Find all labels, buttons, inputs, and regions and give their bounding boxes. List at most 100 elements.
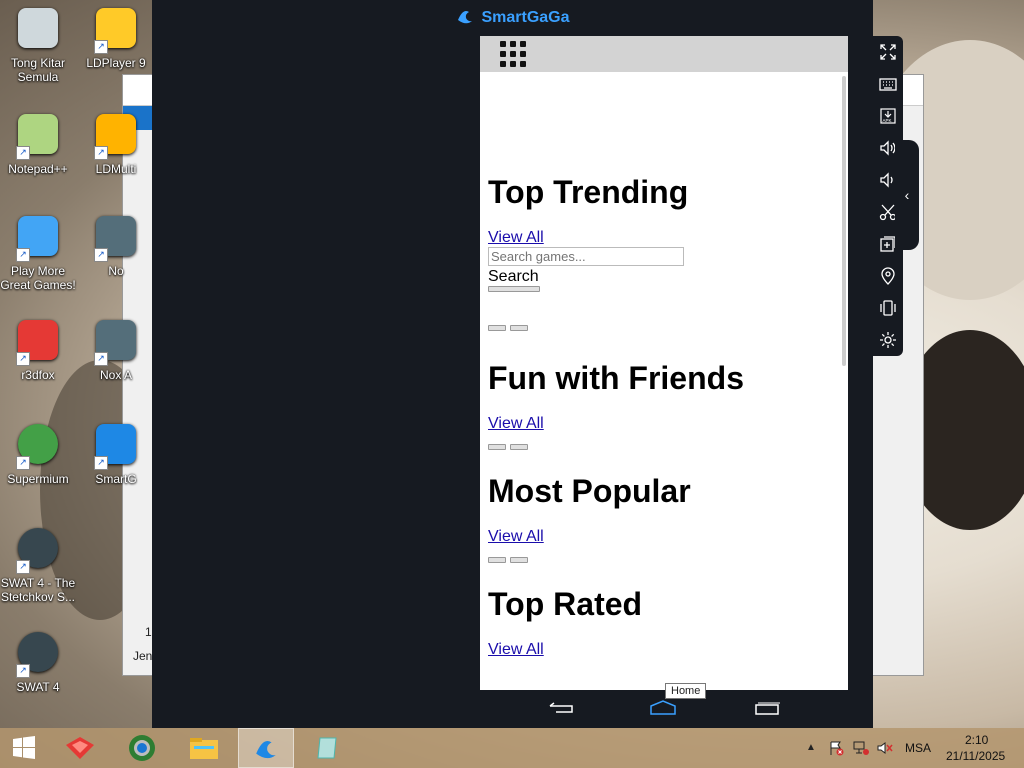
emulator-titlebar[interactable]: SmartGaGa xyxy=(152,0,873,36)
action-center-flag-icon[interactable] xyxy=(828,740,844,756)
collapse-toolbar-button[interactable]: ‹ xyxy=(895,140,919,250)
clock-date[interactable]: 21/11/2025 xyxy=(946,749,1005,763)
smartgaga-icon xyxy=(256,741,276,759)
taskbar-file-explorer[interactable] xyxy=(176,728,232,768)
windows-logo-icon xyxy=(13,736,35,759)
taskbar: ▲ MSA 2:10 21/11/2025 xyxy=(0,728,1024,768)
desktop-icon[interactable]: ↗ Play More Great Games! xyxy=(0,214,76,292)
start-button[interactable] xyxy=(0,728,48,768)
carousel-controls xyxy=(488,550,840,568)
carousel-next-button[interactable] xyxy=(510,325,528,331)
section-title: Fun with Friends xyxy=(488,360,744,396)
nox-icon: ↗ xyxy=(94,320,138,366)
folder-icon xyxy=(190,738,218,759)
taskbar-supermium[interactable] xyxy=(114,728,170,768)
clock-time[interactable]: 2:10 xyxy=(965,733,988,747)
desktop-icon[interactable]: ↗ Nox A xyxy=(78,318,154,382)
desktop-icon[interactable]: ↗ SWAT 4 xyxy=(0,630,76,694)
taskbar-r3dfox[interactable] xyxy=(52,728,108,768)
shortcut-arrow-icon: ↗ xyxy=(16,664,30,678)
desktop-icon[interactable]: ↗ LDMulti xyxy=(78,112,154,176)
carousel-controls xyxy=(488,318,840,336)
desktop-icon[interactable]: ↗ SmartG xyxy=(78,422,154,486)
games-icon: ↗ xyxy=(16,216,60,262)
desktop-icon[interactable]: ↗ LDPlayer 9 xyxy=(78,6,154,70)
settings-icon[interactable] xyxy=(878,330,898,350)
carousel-prev-button[interactable] xyxy=(488,444,506,450)
carousel-prev-button[interactable] xyxy=(488,557,506,563)
desktop-icon-label: Nox A xyxy=(99,368,132,382)
taskbar-notepad[interactable] xyxy=(300,728,356,768)
desktop-icon[interactable]: ↗ Notepad++ xyxy=(0,112,76,176)
section-title: Top Trending xyxy=(488,174,689,210)
shake-icon[interactable] xyxy=(878,298,898,318)
desktop-icon-label: r3dfox xyxy=(21,368,55,382)
view-all-link[interactable]: View All xyxy=(488,415,840,433)
ldmulti-icon: ↗ xyxy=(94,114,138,160)
recent-apps-button[interactable] xyxy=(752,698,782,718)
view-all-link[interactable]: View All xyxy=(488,528,840,546)
shortcut-arrow-icon: ↗ xyxy=(94,40,108,54)
keyboard-icon[interactable] xyxy=(878,74,898,94)
swat-icon: ↗ xyxy=(16,528,60,574)
carousel-next-button[interactable] xyxy=(510,557,528,563)
section-title: Top Rated xyxy=(488,586,643,622)
svg-text:APK: APK xyxy=(883,118,892,123)
back-button[interactable] xyxy=(546,698,576,718)
desktop-icon-label: SWAT 4 xyxy=(16,680,60,694)
desktop-icon-label: No xyxy=(108,264,124,278)
app-header xyxy=(480,36,848,72)
volume-muted-icon[interactable] xyxy=(876,740,894,756)
smartgaga-logo-icon xyxy=(455,6,475,31)
recycle-bin-icon xyxy=(16,8,60,52)
desktop-icon[interactable]: ↗ SWAT 4 - The Stetchkov S... xyxy=(0,526,76,604)
desktop-icon[interactable]: ↗ Supermium xyxy=(0,422,76,486)
swat-icon: ↗ xyxy=(16,632,60,678)
desktop-icon[interactable]: ↗ No xyxy=(78,214,154,278)
section-title: Most Popular xyxy=(488,473,691,509)
shortcut-arrow-icon: ↗ xyxy=(94,352,108,366)
network-icon[interactable] xyxy=(852,740,870,756)
emulator-window[interactable]: SmartGaGa Top Trending View All Search F… xyxy=(152,0,873,728)
desktop-icon-label: Play More Great Games! xyxy=(0,264,76,292)
desktop-icon-label: SmartG xyxy=(95,472,137,486)
desktop-icon-label: LDPlayer 9 xyxy=(86,56,146,70)
carousel-next-button[interactable] xyxy=(510,444,528,450)
carousel-prev-button[interactable] xyxy=(488,325,506,331)
shortcut-arrow-icon: ↗ xyxy=(16,248,30,262)
search-input[interactable] xyxy=(488,247,684,266)
r3dfox-icon: ↗ xyxy=(16,320,60,366)
location-icon[interactable] xyxy=(878,266,898,286)
desktop-icon-label: Notepad++ xyxy=(8,162,68,176)
notepadpp-icon: ↗ xyxy=(16,114,60,160)
desktop-icon[interactable]: ↗ r3dfox xyxy=(0,318,76,382)
language-indicator[interactable]: MSA xyxy=(905,741,931,755)
apk-install-icon[interactable]: APK xyxy=(878,106,898,126)
fullscreen-icon[interactable] xyxy=(878,42,898,62)
view-all-link[interactable]: View All xyxy=(488,229,840,247)
shortcut-arrow-icon: ↗ xyxy=(16,560,30,574)
apps-grid-icon[interactable] xyxy=(500,41,526,67)
smartgaga-icon: ↗ xyxy=(94,424,138,470)
r3dfox-icon xyxy=(66,737,94,759)
nox-icon: ↗ xyxy=(94,216,138,262)
shortcut-arrow-icon: ↗ xyxy=(16,456,30,470)
android-screen[interactable]: Top Trending View All Search Fun with Fr… xyxy=(480,36,848,690)
desktop-icon-label: Tong Kitar Semula xyxy=(10,56,66,84)
show-hidden-icons-button[interactable]: ▲ xyxy=(806,742,816,753)
shortcut-arrow-icon: ↗ xyxy=(16,352,30,366)
search-button[interactable]: Search xyxy=(488,268,840,286)
home-button[interactable] xyxy=(648,698,678,718)
desktop-icon-label: SWAT 4 - The Stetchkov S... xyxy=(0,576,76,604)
supermium-icon xyxy=(129,735,155,761)
desktop-icon[interactable]: Tong Kitar Semula xyxy=(0,6,76,84)
ldplayer-icon: ↗ xyxy=(94,8,138,54)
search-submit-button[interactable] xyxy=(488,286,540,292)
view-all-link[interactable]: View All xyxy=(488,641,840,659)
shortcut-arrow-icon: ↗ xyxy=(94,248,108,262)
chevron-left-icon: ‹ xyxy=(904,187,910,203)
taskbar-smartgaga[interactable] xyxy=(238,728,294,768)
carousel-controls xyxy=(488,437,840,455)
emulator-title: SmartGaGa xyxy=(481,9,570,26)
shortcut-arrow-icon: ↗ xyxy=(16,146,30,160)
